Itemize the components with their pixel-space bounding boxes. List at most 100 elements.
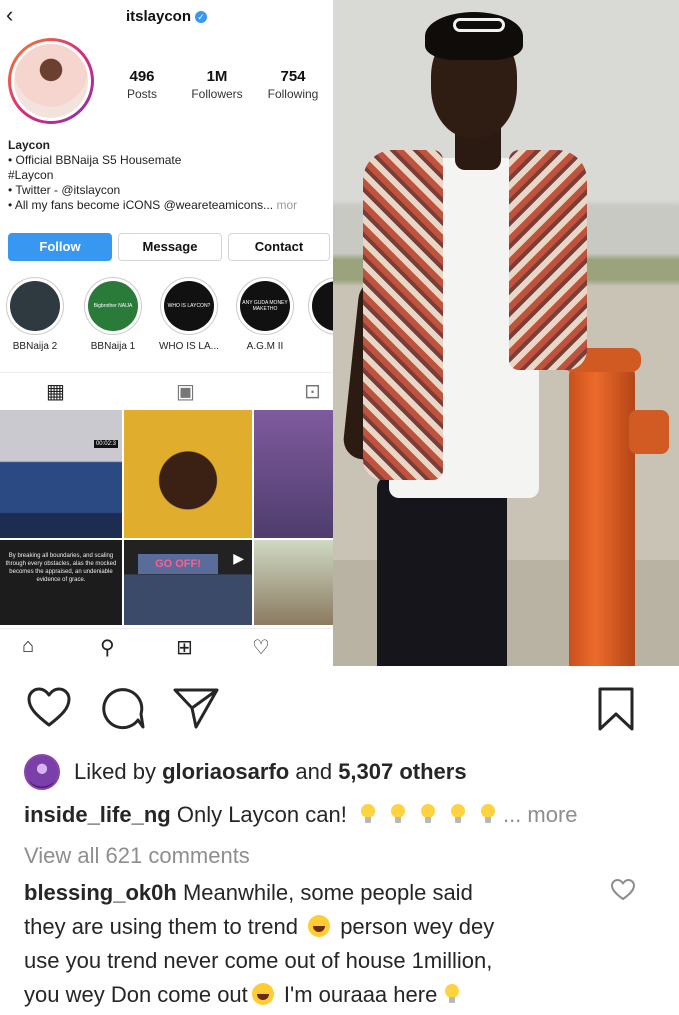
laughing-emoji-icon xyxy=(251,983,274,1005)
person-sunglasses xyxy=(453,18,505,32)
comment-username-link[interactable]: blessing_ok0h xyxy=(24,880,177,905)
heart-icon[interactable] xyxy=(26,686,72,728)
profile-screenshot: ‹ itslaycon ✓ 496 Posts 1M Followers 754 … xyxy=(0,0,333,666)
profile-bio: Laycon • Official BBNaija S5 Housemate #… xyxy=(8,138,330,213)
activity-heart-icon: ♡ xyxy=(252,637,270,659)
stat-following-num: 754 xyxy=(280,68,306,85)
highlight-cover: WHO IS LAYCON? xyxy=(164,281,214,331)
liker-avatar[interactable] xyxy=(24,754,60,790)
highlight-bbnaija-2: BBNaija 2 xyxy=(4,277,66,352)
likes-summary[interactable]: Liked by gloriaosarfo and 5,307 others xyxy=(74,759,467,785)
grid-post-quote: By breaking all boundaries, and scaling … xyxy=(0,540,122,625)
profile-tabs: ▦ ▣ ⊡ xyxy=(0,372,333,408)
home-icon: ⌂ xyxy=(22,635,35,657)
highlight-ring xyxy=(6,277,64,335)
liked-by-user-link[interactable]: gloriaosarfo xyxy=(162,759,289,784)
highlight-cover xyxy=(312,281,333,331)
highlight-label: WHO IS LA... xyxy=(158,341,219,352)
new-post-icon: ⊞ xyxy=(176,637,193,659)
comment-heart-icon[interactable] xyxy=(610,878,636,902)
paper-plane-icon[interactable] xyxy=(172,686,220,730)
highlight-ring xyxy=(308,277,333,335)
profile-header: ‹ itslaycon ✓ xyxy=(0,0,333,34)
highlight-partial: A xyxy=(306,277,333,352)
comment-text-3: use you trend never come out of house 1m… xyxy=(24,948,493,973)
grid-tab-icon: ▦ xyxy=(46,381,65,403)
bio-line-2: #Laycon xyxy=(8,168,54,182)
liked-by-and: and xyxy=(295,759,333,784)
grid-post xyxy=(124,410,252,538)
highlight-cover: Bigbrother NAIJA xyxy=(88,281,138,331)
profile-avatar xyxy=(11,41,91,121)
lightbulb-emoji-icon xyxy=(390,804,405,824)
lightbulb-emoji-icon xyxy=(450,804,465,824)
profile-username-text: itslaycon xyxy=(125,8,192,25)
person-jacket-left xyxy=(363,150,443,480)
highlight-cover: ANY GUDA MONEY MAKETHO xyxy=(240,281,290,331)
bio-line-4-text: • All my fans become iCONS @weareteamico… xyxy=(8,198,274,212)
comment-text-4b: I'm ouraaa here xyxy=(283,982,438,1007)
stat-followers: 1M Followers xyxy=(184,68,250,101)
grid-post xyxy=(254,540,333,625)
comment-text-2a: they are using them to trend xyxy=(24,914,298,939)
likes-row: Liked by gloriaosarfo and 5,307 others xyxy=(24,754,467,790)
stat-posts-num: 496 xyxy=(129,68,155,85)
post-actions xyxy=(0,670,679,740)
bio-name: Laycon xyxy=(8,138,51,152)
post-image[interactable]: ‹ itslaycon ✓ 496 Posts 1M Followers 754 … xyxy=(0,0,679,666)
tagged-tab-icon: ⊡ xyxy=(304,381,321,403)
highlight-cover xyxy=(10,281,60,331)
liked-by-count-link[interactable]: 5,307 others xyxy=(338,759,466,784)
profile-bottom-nav: ⌂ ⚲ ⊞ ♡ xyxy=(0,628,333,666)
grid-go-off-text: GO OFF! xyxy=(138,554,218,574)
stat-following: 754 Following xyxy=(260,68,326,101)
bio-more-link: mor xyxy=(276,198,298,212)
highlight-bbnaija-1: Bigbrother NAIJA BBNaija 1 xyxy=(82,277,144,352)
view-all-comments-link[interactable]: View all 621 comments xyxy=(24,839,250,873)
stat-followers-num: 1M xyxy=(206,68,228,85)
caption: inside_life_ng Only Laycon can! ... more xyxy=(24,798,578,832)
follow-button: Follow xyxy=(8,233,112,261)
highlight-ring: ANY GUDA MONEY MAKETHO xyxy=(236,277,294,335)
bookmark-icon[interactable] xyxy=(596,686,636,732)
laughing-emoji-icon xyxy=(308,915,331,937)
igtv-tab-icon: ▣ xyxy=(176,381,195,403)
highlight-agm-2: ANY GUDA MONEY MAKETHO A.G.M II xyxy=(234,277,296,352)
profile-grid: 00:02:3 By breaking all boundaries, and … xyxy=(0,410,333,625)
fire-hydrant-nozzle xyxy=(629,410,669,454)
liked-by-prefix: Liked by xyxy=(74,759,156,784)
highlight-label: BBNaija 1 xyxy=(90,341,136,352)
comment-icon[interactable] xyxy=(100,686,146,730)
caption-more-link[interactable]: ... more xyxy=(503,802,578,827)
lightbulb-emoji-icon xyxy=(445,984,460,1004)
comment-text-2b: person wey dey xyxy=(340,914,495,939)
comment-line-1: blessing_ok0h Meanwhile, some people sai… xyxy=(24,876,473,910)
comment-line-3: use you trend never come out of house 1m… xyxy=(24,944,492,978)
stat-posts: 496 Posts xyxy=(118,68,166,101)
profile-avatar-ring xyxy=(8,38,94,124)
grid-post: 00:02:3 xyxy=(0,410,122,538)
person-jacket-right xyxy=(509,150,587,370)
bio-line-3: • Twitter - @itslaycon xyxy=(8,183,121,197)
caption-username-link[interactable]: inside_life_ng xyxy=(24,802,171,827)
lightbulb-emoji-icon xyxy=(420,804,435,824)
grid-post: GO OFF! ▶ xyxy=(124,540,252,625)
profile-username: itslaycon ✓ xyxy=(0,8,333,25)
grid-timer: 00:02:3 xyxy=(93,440,118,448)
contact-button: Contact xyxy=(228,233,330,261)
highlight-who-is-laycon: WHO IS LAYCON? WHO IS LA... xyxy=(158,277,220,352)
person-photo xyxy=(333,0,679,666)
caption-text: Only Laycon can! xyxy=(176,802,347,827)
comment-text-1: Meanwhile, some people said xyxy=(182,880,473,905)
highlight-label: BBNaija 2 xyxy=(12,341,58,352)
grid-post xyxy=(254,410,333,538)
comment-text-4a: you wey Don come out xyxy=(24,982,248,1007)
video-play-icon: ▶ xyxy=(233,550,244,566)
person-trousers xyxy=(377,476,507,666)
fire-hydrant xyxy=(569,360,635,666)
bio-line-1: • Official BBNaija S5 Housemate xyxy=(8,153,182,167)
highlight-label: A.G.M II xyxy=(246,341,284,352)
bio-line-4: • All my fans become iCONS @weareteamico… xyxy=(8,198,330,213)
stat-following-label: Following xyxy=(267,87,319,101)
stat-followers-label: Followers xyxy=(191,87,243,101)
